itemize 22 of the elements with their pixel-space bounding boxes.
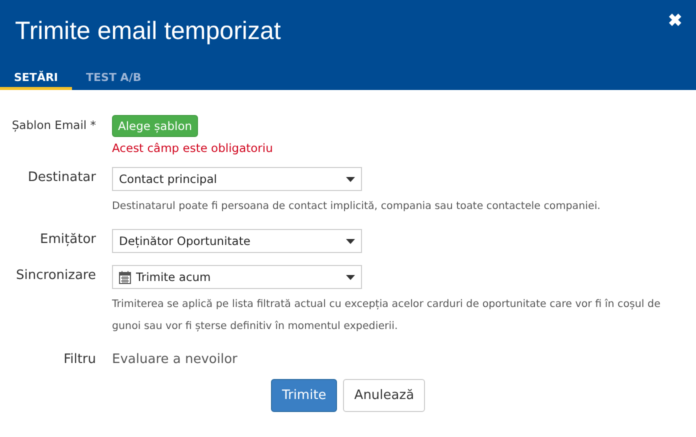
error-message: Acest câmp este obligatoriu xyxy=(112,141,273,155)
caret-icon xyxy=(346,274,355,280)
dropdown[interactable]: Trimite acum xyxy=(112,265,362,289)
field-label: Șablon Email * xyxy=(10,117,96,132)
field-label: Emițător xyxy=(39,231,96,247)
tab[interactable]: SETĂRI xyxy=(0,59,72,90)
dropdown[interactable]: Deținător Oportunitate xyxy=(112,229,362,253)
help-text: Trimiterea se aplică pe lista filtrată actual cu excepția acelor carduri de oportunitate care vor fi în coșul de gunoi sau vor fi șterse definitiv în momentul expedierii. xyxy=(112,297,662,334)
close-button[interactable]: ✖ xyxy=(666,8,684,33)
field-label: Destinatar xyxy=(26,169,96,185)
field-label: Filtru xyxy=(62,351,96,367)
cancel-button[interactable]: Anulează xyxy=(343,379,426,412)
send-button[interactable]: Trimite xyxy=(270,379,338,412)
dropdown[interactable]: Contact principal xyxy=(112,167,362,191)
window-title: Trimite email temporizat xyxy=(14,16,281,47)
caret-icon xyxy=(346,176,355,182)
help-text: Destinatarul poate fi persoana de contact implicită, compania sau toate contactele companiei. xyxy=(112,199,600,214)
filter-value: Evaluare a nevoilor xyxy=(112,351,238,367)
calendar-icon xyxy=(119,270,131,284)
field-label: Sincronizare xyxy=(15,267,96,283)
caret-icon xyxy=(346,238,355,244)
tab[interactable]: TEST A/B xyxy=(72,59,156,90)
